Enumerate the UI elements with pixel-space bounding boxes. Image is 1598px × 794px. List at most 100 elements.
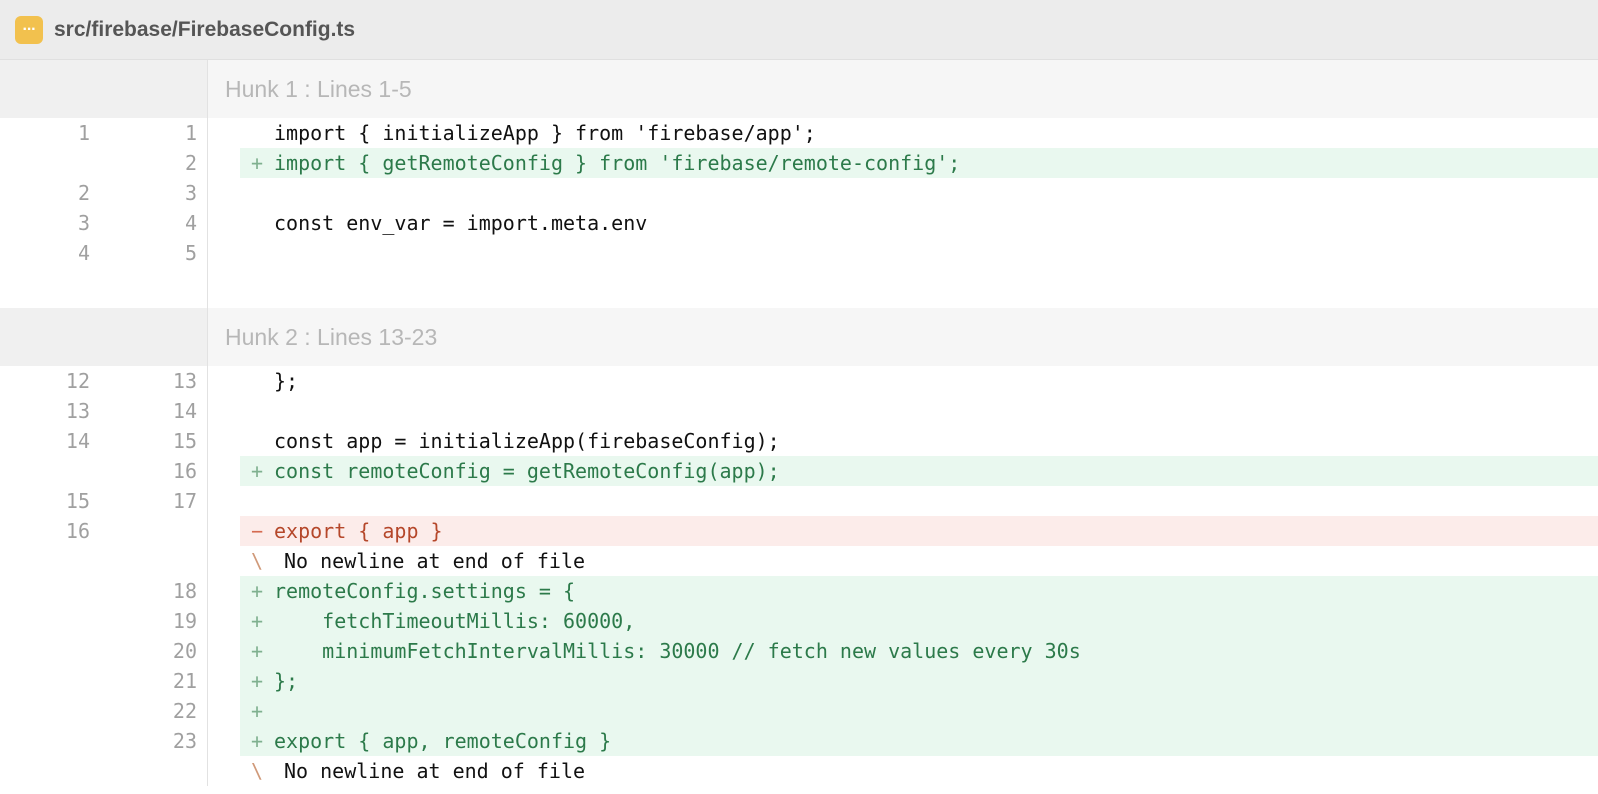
diff-view: Hunk 1 : Lines 1-5 1 1 import { initializeA… <box>0 60 1598 786</box>
diff-marker <box>240 396 274 426</box>
old-line-number: 12 <box>65 369 90 393</box>
old-line-number: 3 <box>77 211 90 235</box>
hunk-header: Hunk 2 : Lines 13-23 <box>0 308 1598 366</box>
new-line-number: 18 <box>104 576 208 606</box>
context-line[interactable]: 3 4 const env_var = import.meta.env <box>0 208 1598 238</box>
hunk-body: 12 13}; 13 14 14 15 const app = initializeApp(… <box>0 366 1598 786</box>
diff-marker <box>240 238 274 268</box>
file-path: src/firebase/FirebaseConfig.ts <box>54 17 356 41</box>
hunk-header: Hunk 1 : Lines 1-5 <box>0 60 1598 118</box>
code-text: const remoteConfig = getRemoteConfig(app… <box>274 459 780 483</box>
code-text: fetchTimeoutMillis: 60000, <box>274 609 636 633</box>
diff-marker: \ <box>250 549 264 573</box>
old-line-number <box>0 148 104 178</box>
code-text: remoteConfig.settings = { <box>274 579 576 603</box>
diff-marker: \ <box>250 759 264 783</box>
code-text: export { app, remoteConfig } <box>274 729 612 753</box>
hunk-title: Hunk 1 : Lines 1-5 <box>208 60 1598 118</box>
context-line[interactable]: 1 1 import { initializeApp } from 'firebas… <box>0 118 1598 148</box>
added-line[interactable]: 23 + export { app, remoteConfig } <box>0 726 1598 756</box>
added-line[interactable]: 20 + minimumFetchIntervalMillis: 30000 //… <box>0 636 1598 666</box>
new-line-number: 3 <box>104 178 208 208</box>
old-line-number: 15 <box>65 489 90 513</box>
diff-marker <box>240 178 274 208</box>
context-line[interactable]: 12 13}; <box>0 366 1598 396</box>
diff-marker: + <box>250 579 264 603</box>
old-line-number <box>0 576 104 606</box>
added-line[interactable]: 21 +}; <box>0 666 1598 696</box>
diff-marker: + <box>250 151 264 175</box>
old-line-number: 14 <box>65 429 90 453</box>
diff-marker: + <box>250 729 264 753</box>
new-line-number: 20 <box>104 636 208 666</box>
file-header: ··· src/firebase/FirebaseConfig.ts <box>0 0 1598 60</box>
old-line-number <box>0 456 104 486</box>
old-line-number <box>0 636 104 666</box>
new-line-number: 1 <box>104 118 208 148</box>
old-line-number <box>0 726 104 756</box>
diff-marker <box>240 426 274 456</box>
code-text: No newline at end of file <box>284 549 586 573</box>
added-line[interactable]: 2 + import { getRemoteConfig } from 'fireb… <box>0 148 1598 178</box>
hunk-title: Hunk 2 : Lines 13-23 <box>208 308 1598 366</box>
added-line[interactable]: 16 + const remoteConfig = getRemoteConfig(… <box>0 456 1598 486</box>
old-line-number <box>0 756 104 786</box>
code-text: const app = initializeApp(firebaseConfig… <box>274 429 780 453</box>
added-line[interactable]: 22 + <box>0 696 1598 726</box>
context-line[interactable]: 15 17 <box>0 486 1598 516</box>
context-line[interactable]: 13 14 <box>0 396 1598 426</box>
code-text: No newline at end of file <box>284 759 586 783</box>
new-line-number: 22 <box>104 696 208 726</box>
context-line[interactable]: 45 <box>0 238 1598 268</box>
hunk-header-gutter <box>0 308 208 366</box>
new-line-number: 23 <box>104 726 208 756</box>
old-line-number: 16 <box>65 519 90 543</box>
ellipsis-file-icon[interactable]: ··· <box>15 15 43 44</box>
new-line-number: 4 <box>104 208 208 238</box>
new-line-number: 5 <box>104 238 208 268</box>
diff-marker <box>240 118 274 148</box>
diff-marker: + <box>250 609 264 633</box>
old-line-number: 13 <box>65 399 90 423</box>
old-line-number <box>0 606 104 636</box>
new-line-number: 2 <box>104 148 208 178</box>
new-line-number <box>104 756 208 786</box>
context-line[interactable]: 14 15 const app = initializeApp(firebaseCo… <box>0 426 1598 456</box>
code-text: export { app } <box>274 519 443 543</box>
no-newline-line[interactable]: \ No newline at end of file <box>0 546 1598 576</box>
diff-marker <box>240 208 274 238</box>
context-line[interactable]: 23 <box>0 178 1598 208</box>
new-line-number: 21 <box>104 666 208 696</box>
code-text: const env_var = import.meta.env <box>274 211 648 235</box>
new-line-number: 13 <box>104 366 208 396</box>
diff-marker: + <box>250 639 264 663</box>
added-line[interactable]: 18 + remoteConfig.settings = { <box>0 576 1598 606</box>
hunk-header-gutter <box>0 60 208 118</box>
code-text: import { initializeApp } from 'firebase/… <box>274 121 816 145</box>
new-line-number: 16 <box>104 456 208 486</box>
code-text: }; <box>274 669 299 693</box>
diff-marker: + <box>250 459 264 483</box>
new-line-number <box>104 546 208 576</box>
old-line-number <box>0 546 104 576</box>
old-line-number: 2 <box>77 181 90 205</box>
removed-line[interactable]: 16 − export { app } <box>0 516 1598 546</box>
diff-marker: + <box>250 699 264 723</box>
new-line-number: 19 <box>104 606 208 636</box>
added-line[interactable]: 19 + fetchTimeoutMillis: 60000, <box>0 606 1598 636</box>
code-text: import { getRemoteConfig } from 'firebas… <box>274 151 961 175</box>
old-line-number <box>0 696 104 726</box>
old-line-number: 4 <box>77 241 90 265</box>
new-line-number: 15 <box>104 426 208 456</box>
old-line-number <box>0 666 104 696</box>
diff-marker <box>240 486 274 516</box>
diff-marker: − <box>250 519 264 543</box>
new-line-number <box>104 516 208 546</box>
hunk-body: 1 1 import { initializeApp } from 'firebas… <box>0 118 1598 268</box>
new-line-number: 14 <box>104 396 208 426</box>
diff-marker <box>240 366 274 396</box>
old-line-number: 1 <box>77 121 90 145</box>
hunk-spacer <box>0 268 1598 308</box>
diff-marker: + <box>250 669 264 693</box>
no-newline-line[interactable]: \ No newline at end of file <box>0 756 1598 786</box>
